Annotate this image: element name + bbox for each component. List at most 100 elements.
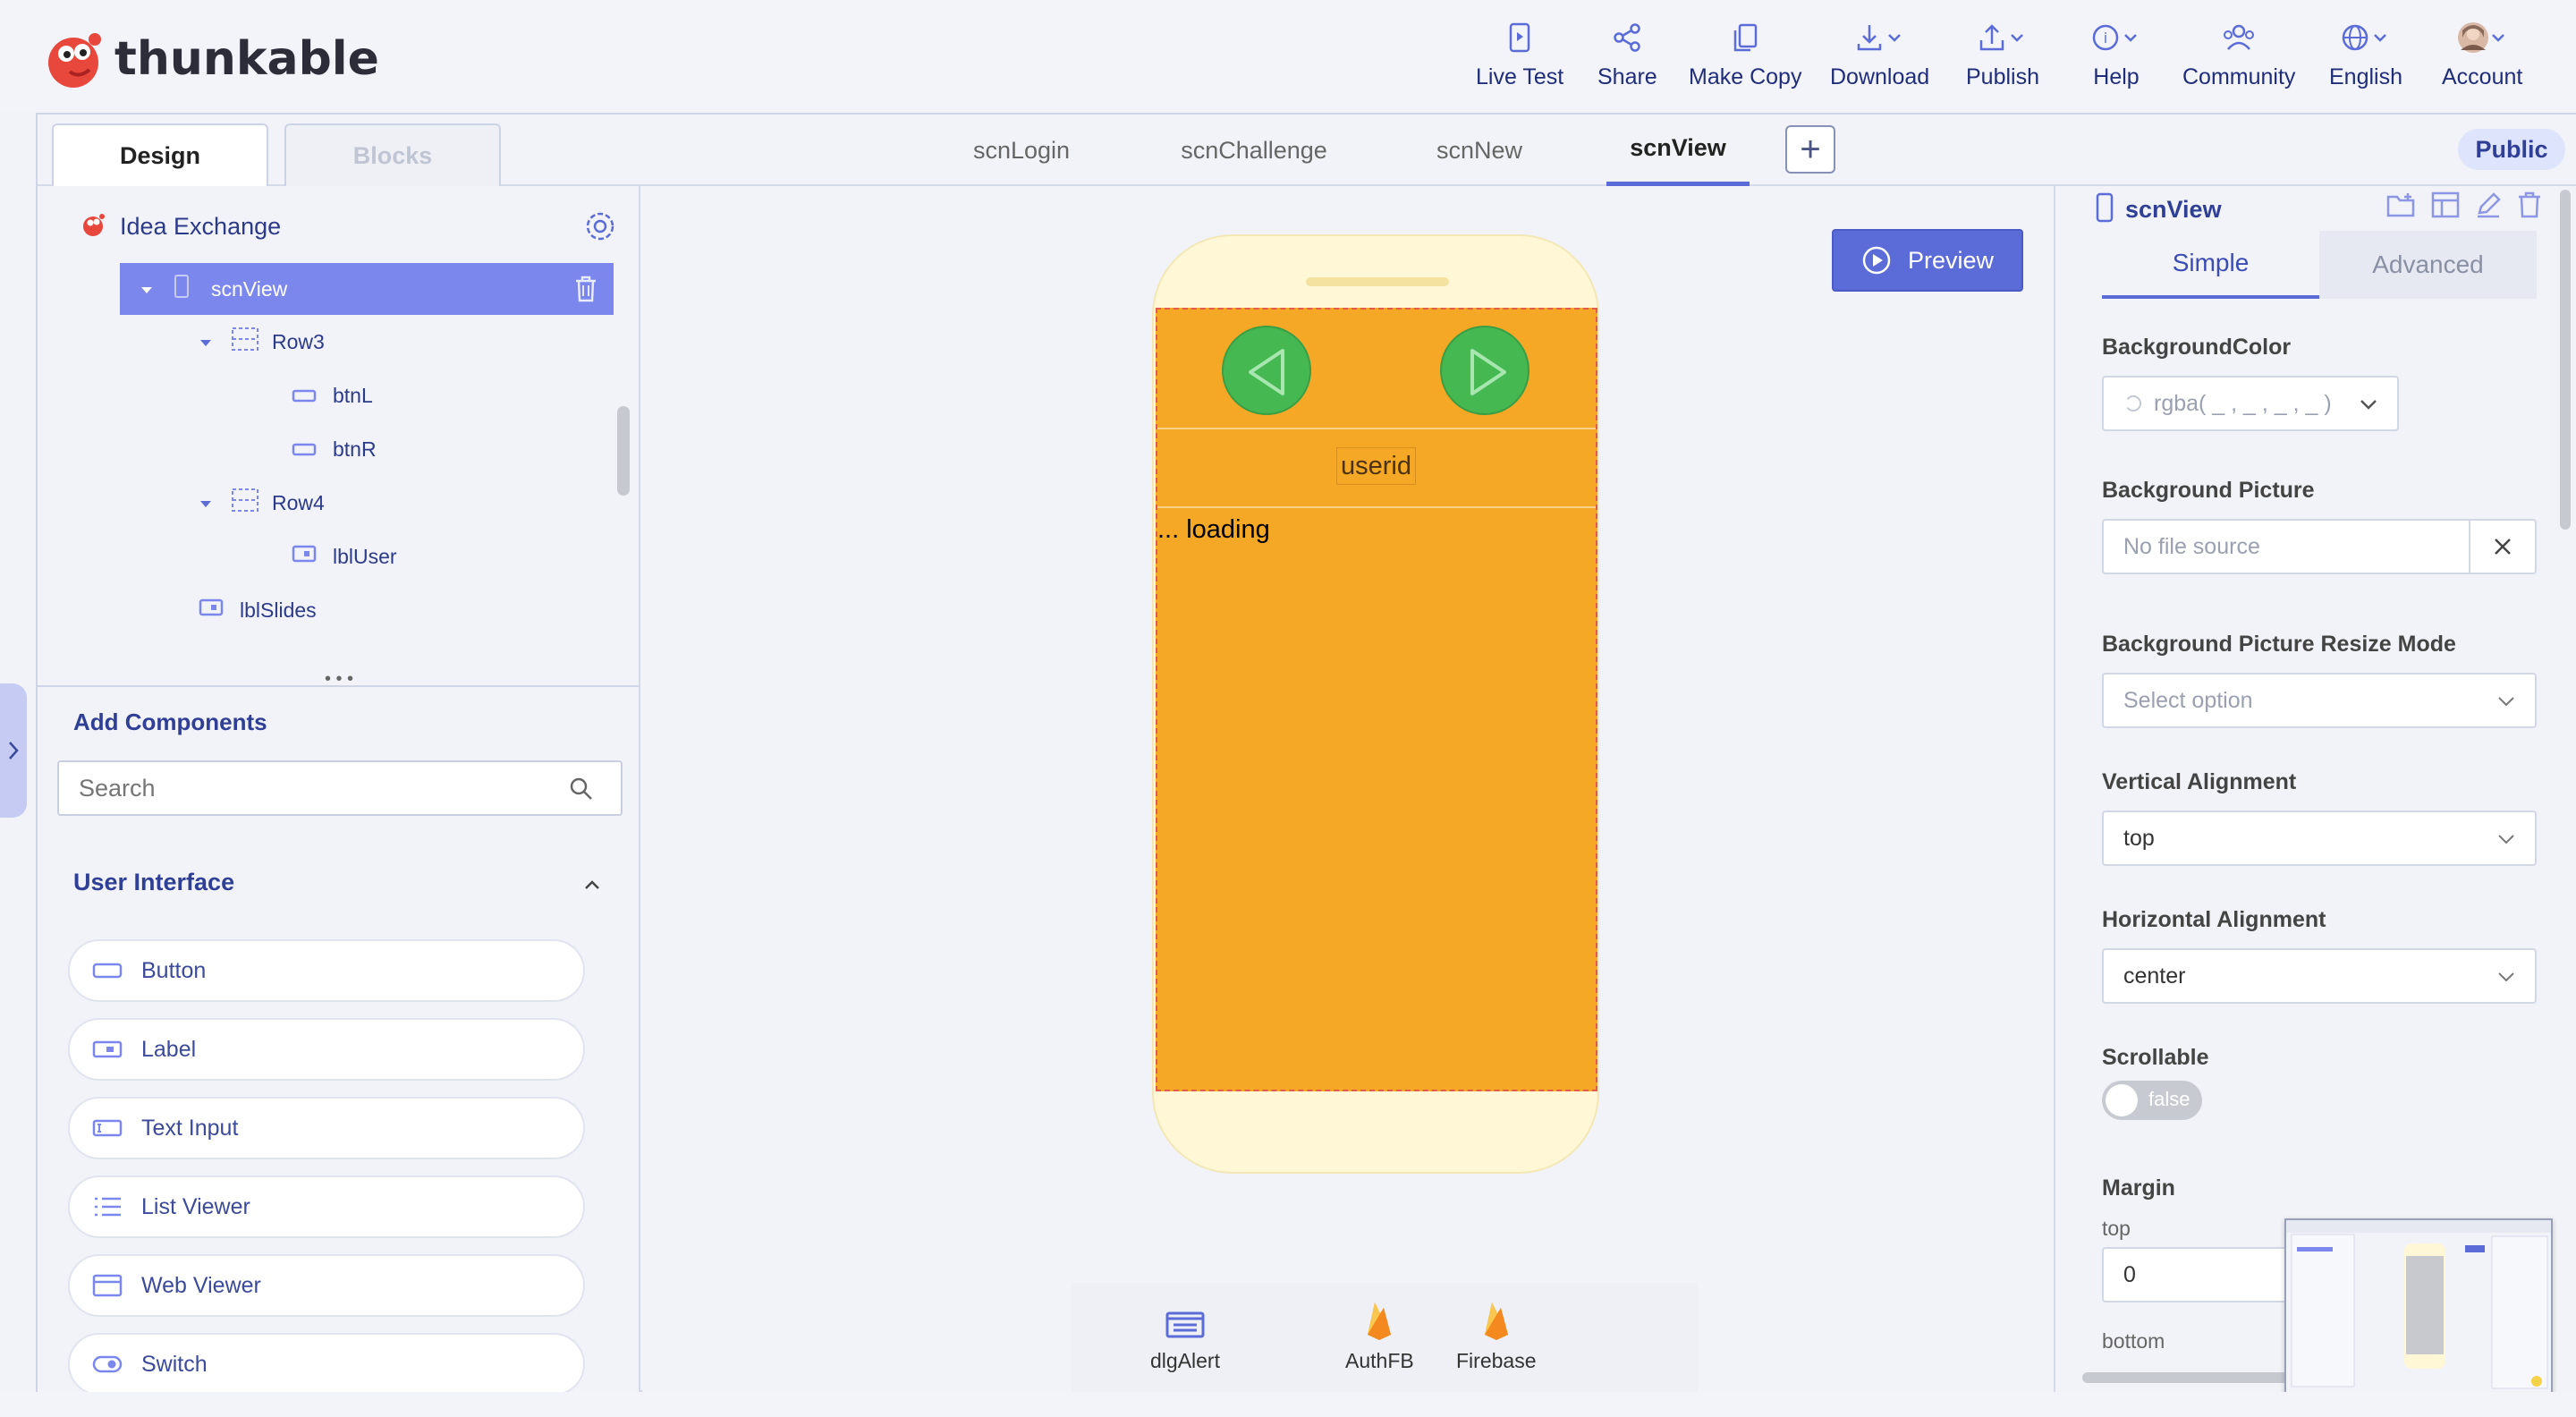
properties-scrollbar[interactable] <box>2560 190 2571 530</box>
visibility-badge[interactable]: Public <box>2458 129 2565 170</box>
tree-item-lbluser[interactable]: lblUser <box>292 531 397 581</box>
project-name: Idea Exchange <box>120 212 282 240</box>
properties-header: scnView <box>2095 191 2560 227</box>
delete-icon[interactable] <box>574 276 597 308</box>
tab-scnview[interactable]: scnView <box>1606 115 1750 186</box>
arrow-right-icon <box>1470 349 1506 395</box>
language-label: English <box>2329 64 2402 89</box>
horizontal-alignment-select[interactable]: center <box>2102 948 2537 1004</box>
component-search[interactable] <box>57 760 623 816</box>
tab-scnlogin[interactable]: scnLogin <box>950 115 1093 186</box>
drawer-toggle[interactable] <box>0 683 27 818</box>
web-viewer-icon <box>89 1274 125 1297</box>
properties-tabs: Simple Advanced <box>2102 231 2537 299</box>
layout-icon[interactable] <box>2431 191 2460 223</box>
tab-scnnew[interactable]: scnNew <box>1408 115 1551 186</box>
component-label[interactable]: Label <box>68 1018 585 1081</box>
switch-icon <box>89 1354 125 1374</box>
make-copy-button[interactable]: Make Copy <box>1689 20 1801 95</box>
component-list-viewer[interactable]: List Viewer <box>68 1175 585 1238</box>
toggle-value: false <box>2148 1088 2190 1110</box>
collapse-caret-icon[interactable] <box>199 491 213 515</box>
brand-name: thunkable <box>114 32 379 86</box>
lblslides-label[interactable]: ... loading <box>1157 515 1270 545</box>
share-button[interactable]: Share <box>1597 20 1657 95</box>
bg-picture-field[interactable]: No file source <box>2102 519 2470 574</box>
phone-icon <box>2095 192 2114 227</box>
publish-label: Publish <box>1966 64 2039 89</box>
nonvisual-dlgalert[interactable]: dlgAlert <box>1150 1297 1220 1373</box>
edit-icon[interactable] <box>2474 191 2503 223</box>
tab-blocks[interactable]: Blocks <box>284 123 501 186</box>
tree-item-btnl[interactable]: btnL <box>292 370 373 420</box>
nonvisual-label: dlgAlert <box>1150 1349 1220 1372</box>
tree-item-row3[interactable]: Row3 <box>199 317 325 367</box>
row-icon <box>231 488 259 518</box>
tree-item-scnview[interactable]: scnView <box>120 263 614 315</box>
language-button[interactable]: English <box>2329 20 2402 95</box>
play-circle-icon <box>1861 245 1892 276</box>
lbluser-label[interactable]: userid <box>1336 447 1416 485</box>
component-web-viewer[interactable]: Web Viewer <box>68 1254 585 1317</box>
tree-scrollbar[interactable] <box>617 406 630 496</box>
component-text-input[interactable]: Text Input <box>68 1097 585 1159</box>
live-test-button[interactable]: Live Test <box>1476 20 1563 95</box>
screenshot-thumbnail[interactable] <box>2284 1218 2553 1394</box>
scrollable-toggle[interactable]: false <box>2102 1081 2202 1120</box>
nonvisual-firebase[interactable]: Firebase <box>1456 1297 1536 1373</box>
screen-scnview[interactable]: userid ... loading <box>1156 308 1597 1091</box>
resize-mode-select[interactable]: Select option <box>2102 673 2537 728</box>
panel-resize-handle[interactable]: • • • <box>38 669 640 689</box>
tab-advanced[interactable]: Advanced <box>2319 231 2537 299</box>
chevron-up-icon[interactable] <box>583 870 601 897</box>
search-icon[interactable] <box>569 776 594 808</box>
thunkable-logo[interactable]: thunkable <box>43 27 379 91</box>
properties-horizontal-scrollbar[interactable] <box>2082 1372 2306 1383</box>
make-copy-label: Make Copy <box>1689 64 1802 89</box>
bg-color-value: rgba( _ , _ , _ , _ ) <box>2154 390 2332 416</box>
margin-top-label: top <box>2102 1217 2131 1240</box>
tree-item-label: btnL <box>333 383 373 407</box>
preview-button[interactable]: Preview <box>1832 229 2023 292</box>
download-button[interactable]: Download <box>1830 20 1929 95</box>
vertical-alignment-value: top <box>2123 825 2155 851</box>
add-folder-icon[interactable] <box>2386 191 2417 223</box>
tree-item-row4[interactable]: Row4 <box>199 478 325 528</box>
gear-icon[interactable] <box>583 209 617 248</box>
tab-design[interactable]: Design <box>52 123 268 186</box>
delete-icon[interactable] <box>2517 191 2542 223</box>
bg-color-picker[interactable]: rgba( _ , _ , _ , _ ) <box>2102 376 2399 431</box>
chevron-down-icon <box>2358 394 2379 421</box>
add-screen-button[interactable]: + <box>1785 125 1835 174</box>
tab-scnchallenge[interactable]: scnChallenge <box>1181 115 1327 186</box>
vertical-alignment-select[interactable]: top <box>2102 810 2537 866</box>
properties-actions <box>2386 191 2542 223</box>
btnl-button[interactable] <box>1222 326 1311 415</box>
search-input[interactable] <box>79 774 562 802</box>
editor-tab-bar: Design Blocks scnLogin scnChallenge scnN… <box>38 115 2576 186</box>
publish-button[interactable]: Publish <box>1966 20 2039 95</box>
community-icon <box>2221 20 2257 55</box>
chevron-down-icon <box>2496 691 2517 718</box>
collapse-caret-icon[interactable] <box>140 277 154 301</box>
community-button[interactable]: Community <box>2182 20 2295 95</box>
user-interface-section-header[interactable]: User Interface <box>73 864 610 900</box>
help-button[interactable]: i Help <box>2091 20 2141 95</box>
tree-item-lblslides[interactable]: lblSlides <box>199 585 317 635</box>
phone-icon <box>174 274 190 304</box>
horizontal-alignment-value: center <box>2123 963 2186 989</box>
publish-icon <box>1978 20 2028 55</box>
nonvisual-authfb[interactable]: AuthFB <box>1345 1297 1414 1373</box>
component-button[interactable]: Button <box>68 939 585 1002</box>
clear-picture-button[interactable] <box>2469 519 2537 574</box>
row-icon <box>231 327 259 357</box>
btnr-button[interactable] <box>1440 326 1530 415</box>
project-row[interactable]: Idea Exchange <box>80 204 617 249</box>
component-switch[interactable]: Switch <box>68 1333 585 1396</box>
tree-item-btnr[interactable]: btnR <box>292 424 377 474</box>
svg-text:i: i <box>2104 30 2107 47</box>
collapse-caret-icon[interactable] <box>199 330 213 354</box>
tab-simple[interactable]: Simple <box>2102 231 2319 299</box>
account-button[interactable]: Account <box>2442 20 2522 95</box>
margin-label: Margin <box>2102 1175 2175 1201</box>
